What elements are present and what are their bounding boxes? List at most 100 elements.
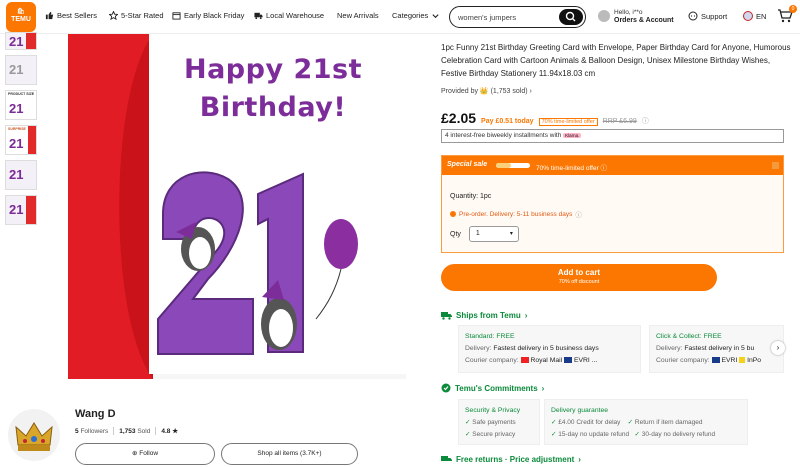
logo-mark: 🛍 bbox=[16, 9, 26, 15]
add-to-cart-sub: 70% off discount bbox=[558, 279, 600, 285]
nav-early-black-friday[interactable]: Early Black Friday bbox=[172, 11, 244, 20]
thumbnail-3[interactable]: PRODUCT SIZE 21 bbox=[5, 90, 37, 120]
temu-logo[interactable]: 🛍 TEMU bbox=[6, 2, 36, 32]
offer-progress-bar bbox=[496, 163, 530, 168]
seller-mini-icon: 👑 bbox=[479, 88, 489, 95]
provided-by-label: Provided by bbox=[441, 88, 478, 95]
product-title: 1pc Funny 21st Birthday Greeting Card wi… bbox=[441, 43, 791, 78]
language-selector[interactable]: EN bbox=[743, 11, 766, 21]
klarna-logo: Klarna. bbox=[563, 132, 582, 138]
seller-avatar[interactable] bbox=[8, 409, 60, 461]
truck-icon bbox=[441, 312, 452, 320]
royal-mail-logo bbox=[520, 357, 529, 364]
inpost-logo bbox=[739, 357, 746, 364]
crown-icon bbox=[15, 422, 53, 451]
language-label: EN bbox=[756, 11, 767, 21]
star-icon bbox=[109, 11, 118, 20]
preorder-notice: Pre-order. Delivery: 5-11 business days … bbox=[450, 209, 582, 219]
info-icon[interactable]: ⓘ bbox=[575, 209, 582, 219]
commitments-label: Temu's Commitments bbox=[455, 383, 538, 393]
qty-value: 1 bbox=[475, 230, 480, 237]
standard-title: Standard: FREE bbox=[465, 333, 515, 340]
search-button[interactable] bbox=[559, 9, 583, 25]
delivery-guarantee-card[interactable]: Delivery guarantee ✓ £4.00 Credit for de… bbox=[544, 399, 748, 445]
sale-corner-mark bbox=[772, 162, 779, 169]
greeting: Hello, i**o bbox=[614, 9, 643, 16]
nav-local-warehouse[interactable]: Local Warehouse bbox=[254, 11, 324, 20]
security-privacy-card[interactable]: Security & Privacy ✓ Safe payments ✓ Sec… bbox=[458, 399, 540, 445]
clock-icon bbox=[450, 211, 456, 217]
standard-shipping-card[interactable]: Standard: FREE Delivery: Fastest deliver… bbox=[458, 325, 641, 373]
card-headline-1: Happy 21st bbox=[183, 54, 363, 85]
birthday-card-illustration bbox=[68, 34, 406, 379]
preorder-text: Pre-order. Delivery: 5-11 business days bbox=[459, 210, 573, 218]
nav-label: 5-Star Rated bbox=[121, 11, 164, 20]
free-returns-label: Free returns · Price adjustment bbox=[456, 455, 575, 464]
thumbnail-1[interactable]: 21 bbox=[5, 32, 37, 50]
security-title: Security & Privacy bbox=[465, 407, 521, 414]
support-label: Support bbox=[701, 11, 728, 21]
top-header: 🛍 TEMU Best Sellers 5-Star Rated Early B… bbox=[0, 0, 800, 34]
product-main-image[interactable]: Happy 21st Birthday! bbox=[68, 34, 406, 379]
nav-label: Early Black Friday bbox=[184, 11, 245, 20]
chevron-down-icon bbox=[432, 14, 439, 19]
calendar-icon bbox=[172, 12, 181, 20]
qty-select[interactable]: 1 ▾ bbox=[468, 226, 519, 242]
info-icon[interactable]: ⓘ bbox=[642, 116, 649, 126]
account-menu[interactable]: Hello, i**o Orders & Account bbox=[598, 7, 680, 29]
cart-count-badge: 0 bbox=[789, 5, 797, 13]
qty-row: Qty 1 ▾ bbox=[450, 226, 519, 242]
evri-logo bbox=[564, 357, 573, 364]
truck-icon bbox=[254, 12, 263, 20]
search-input[interactable] bbox=[458, 11, 553, 23]
uk-flag-icon bbox=[743, 11, 753, 21]
thumbnail-2[interactable]: 21 bbox=[5, 55, 37, 85]
click-collect-card[interactable]: Click & Collect: FREE Delivery: Fastest … bbox=[649, 325, 784, 373]
thumbnail-6[interactable]: 21 bbox=[5, 195, 37, 225]
seller-rating: 4.8 ★ bbox=[161, 428, 179, 435]
ships-from-label: Ships from Temu bbox=[456, 311, 521, 320]
provided-by: Provided by 👑 (1,753 sold) › bbox=[441, 88, 532, 95]
thumbnail-4[interactable]: SURPRISE 21 bbox=[5, 125, 37, 155]
delivery-guarantee-title: Delivery guarantee bbox=[551, 407, 609, 414]
shipping-next-button[interactable]: › bbox=[771, 341, 785, 355]
search-bar bbox=[449, 6, 586, 28]
support-link[interactable]: Support bbox=[688, 11, 727, 21]
nav-five-star-rated[interactable]: 5-Star Rated bbox=[109, 11, 164, 20]
logo-text: TEMU bbox=[11, 16, 31, 23]
follow-button[interactable]: ⊕ Follow bbox=[75, 443, 215, 465]
nav-label: Local Warehouse bbox=[266, 11, 325, 20]
nav-best-sellers[interactable]: Best Sellers bbox=[45, 11, 97, 20]
nav-categories[interactable]: Categories bbox=[392, 11, 440, 20]
price-row: £2.05 Pay £0.51 today 70% time-limited o… bbox=[441, 110, 649, 126]
nav-new-arrivals[interactable]: New Arrivals bbox=[337, 11, 379, 20]
nav-label: Best Sellers bbox=[57, 11, 98, 20]
free-returns-header[interactable]: Free returns · Price adjustment › bbox=[441, 455, 581, 464]
user-avatar-icon bbox=[598, 10, 610, 22]
pay-today: Pay £0.51 today bbox=[481, 118, 534, 125]
thumbnail-5[interactable]: 21 bbox=[5, 160, 37, 190]
standard-delivery: Fastest delivery in 5 business days bbox=[493, 345, 599, 352]
seller-stats: 5 Followers 1,753 Sold 4.8 ★ bbox=[75, 427, 179, 435]
offer-text: 70% time-limited offer ⓘ bbox=[536, 165, 608, 172]
provided-by-count[interactable]: (1,753 sold) bbox=[491, 88, 528, 95]
rrp-price: RRP £6.99 bbox=[602, 118, 637, 125]
follow-icon: ⊕ bbox=[131, 450, 138, 457]
nav-label: Categories bbox=[392, 11, 429, 20]
card-headline-2: Birthday! bbox=[199, 92, 347, 123]
special-sale-box: Special sale 70% time-limited offer ⓘ Qu… bbox=[441, 155, 784, 253]
cart-button[interactable]: 0 bbox=[777, 5, 797, 23]
commitments-header[interactable]: Temu's Commitments › bbox=[441, 383, 544, 393]
seller-name[interactable]: Wang D bbox=[75, 408, 116, 420]
limited-offer-tag: 70% time-limited offer bbox=[538, 118, 598, 126]
nav-label: New Arrivals bbox=[337, 11, 379, 20]
add-to-cart-button[interactable]: Add to cart 70% off discount bbox=[441, 264, 717, 291]
ships-from-header[interactable]: Ships from Temu › bbox=[441, 311, 527, 320]
installments-bar[interactable]: 4 interest-free biweekly installments wi… bbox=[441, 129, 784, 143]
thumbnail-strip: 21 21 PRODUCT SIZE 21 SURPRISE 21 21 21 bbox=[5, 32, 39, 230]
special-sale-label: Special sale bbox=[447, 161, 488, 168]
chevron-down-icon: ▾ bbox=[509, 231, 513, 237]
installments-text: 4 interest-free biweekly installments wi… bbox=[445, 132, 562, 139]
shop-all-button[interactable]: Shop all items (3.7K+) bbox=[221, 443, 358, 465]
cc-title: Click & Collect: FREE bbox=[656, 333, 722, 340]
